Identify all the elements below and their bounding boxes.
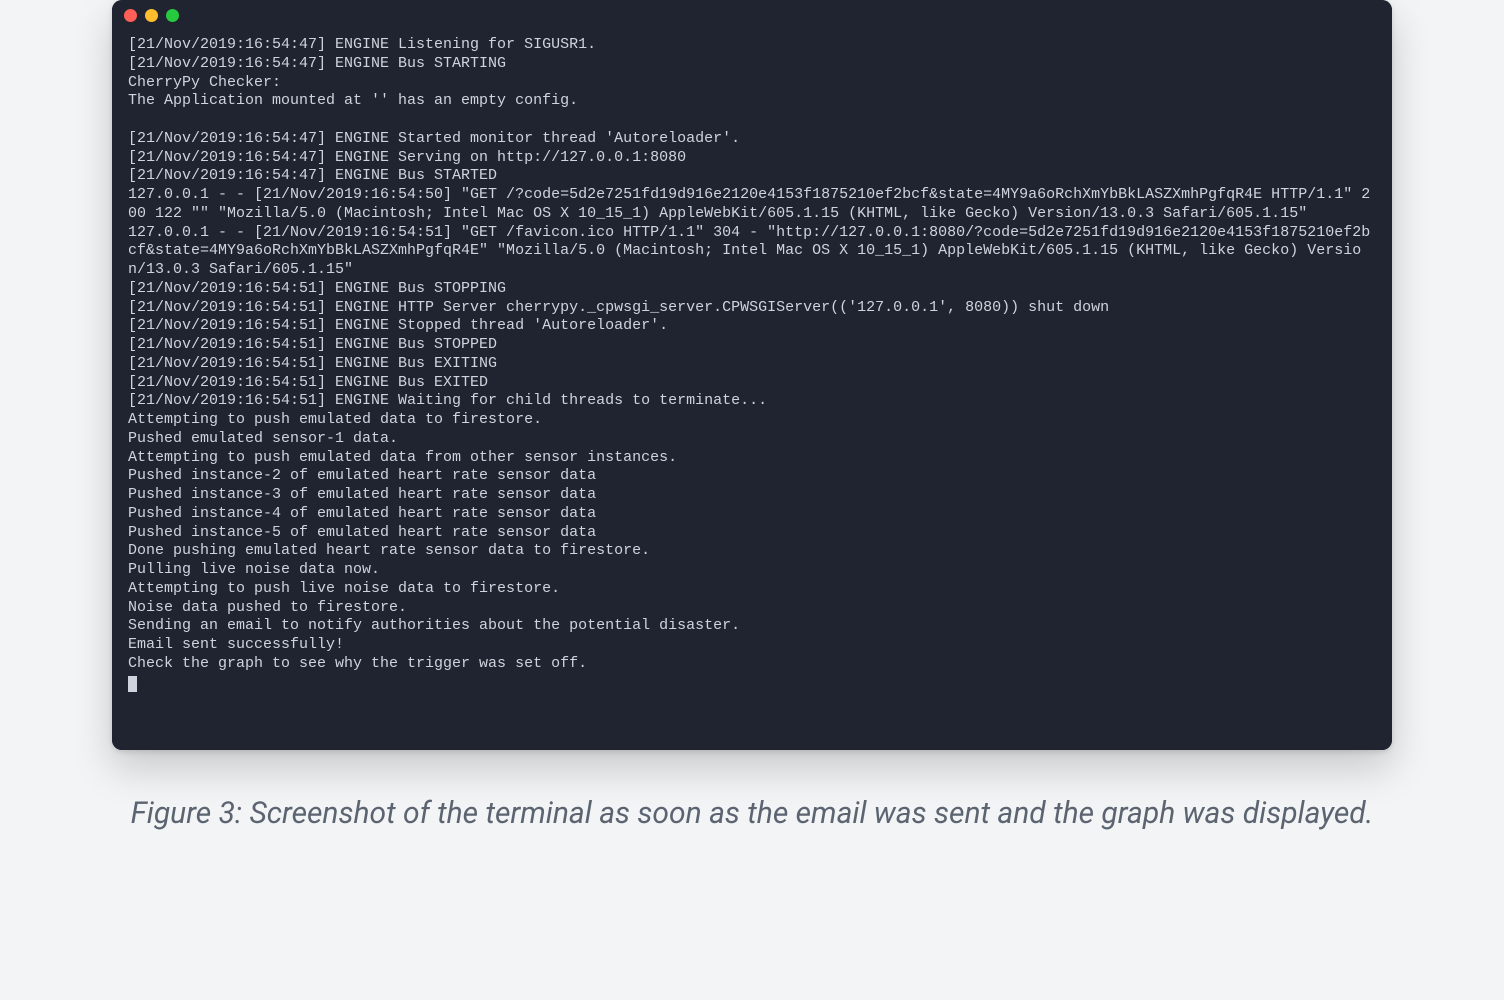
figure-caption: Figure 3: Screenshot of the terminal as … [112, 792, 1392, 836]
page-stage: [21/Nov/2019:16:54:47] ENGINE Listening … [0, 0, 1504, 1000]
minimize-icon[interactable] [145, 9, 158, 22]
terminal-output[interactable]: [21/Nov/2019:16:54:47] ENGINE Listening … [112, 30, 1392, 750]
titlebar [112, 0, 1392, 30]
zoom-icon[interactable] [166, 9, 179, 22]
close-icon[interactable] [124, 9, 137, 22]
cursor-icon [128, 676, 137, 692]
terminal-window: [21/Nov/2019:16:54:47] ENGINE Listening … [112, 0, 1392, 750]
